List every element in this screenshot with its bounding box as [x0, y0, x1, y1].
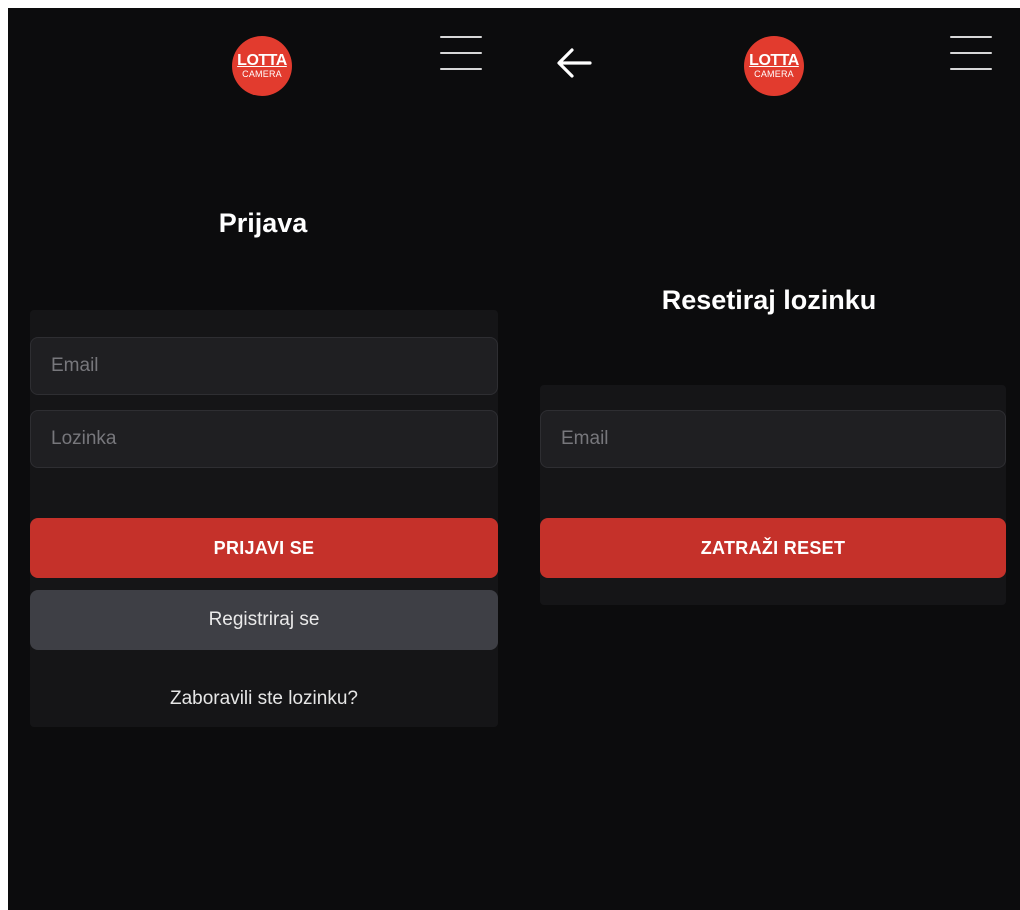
hamburger-menu-icon[interactable] [950, 36, 992, 70]
reset-form-card: Email ZATRAŽI RESET [540, 385, 1006, 605]
page-title: Resetiraj lozinku [661, 285, 877, 315]
request-reset-button[interactable]: ZATRAŽI RESET [540, 518, 1006, 578]
logo-text-secondary: CAMERA [242, 69, 282, 79]
menu-line [950, 36, 992, 38]
logo-text-secondary: CAMERA [754, 69, 794, 79]
menu-line [950, 52, 992, 54]
login-screen: LOTTA CAMERA Prijava Email Lozinka PRIJA… [8, 8, 518, 910]
login-form-card: Email Lozinka PRIJAVI SE Registriraj se … [30, 310, 498, 727]
lotta-camera-logo[interactable]: LOTTA CAMERA [232, 36, 292, 96]
email-field[interactable]: Email [30, 337, 498, 395]
lotta-camera-logo[interactable]: LOTTA CAMERA [744, 36, 804, 96]
menu-line [440, 52, 482, 54]
menu-line [440, 68, 482, 70]
forgot-password-link[interactable]: Zaboravili ste lozinku? [30, 688, 498, 710]
page-title: Prijava [218, 208, 308, 238]
arrow-left-icon[interactable] [554, 46, 594, 80]
login-button[interactable]: PRIJAVI SE [30, 518, 498, 578]
register-button[interactable]: Registriraj se [30, 590, 498, 650]
password-field[interactable]: Lozinka [30, 410, 498, 468]
email-field[interactable]: Email [540, 410, 1006, 468]
hamburger-menu-icon[interactable] [440, 36, 482, 70]
logo-text-primary: LOTTA [749, 52, 799, 69]
reset-password-screen: LOTTA CAMERA Resetiraj lozinku Email ZAT… [518, 8, 1020, 910]
menu-line [440, 36, 482, 38]
menu-line [950, 68, 992, 70]
logo-text-primary: LOTTA [237, 52, 287, 69]
